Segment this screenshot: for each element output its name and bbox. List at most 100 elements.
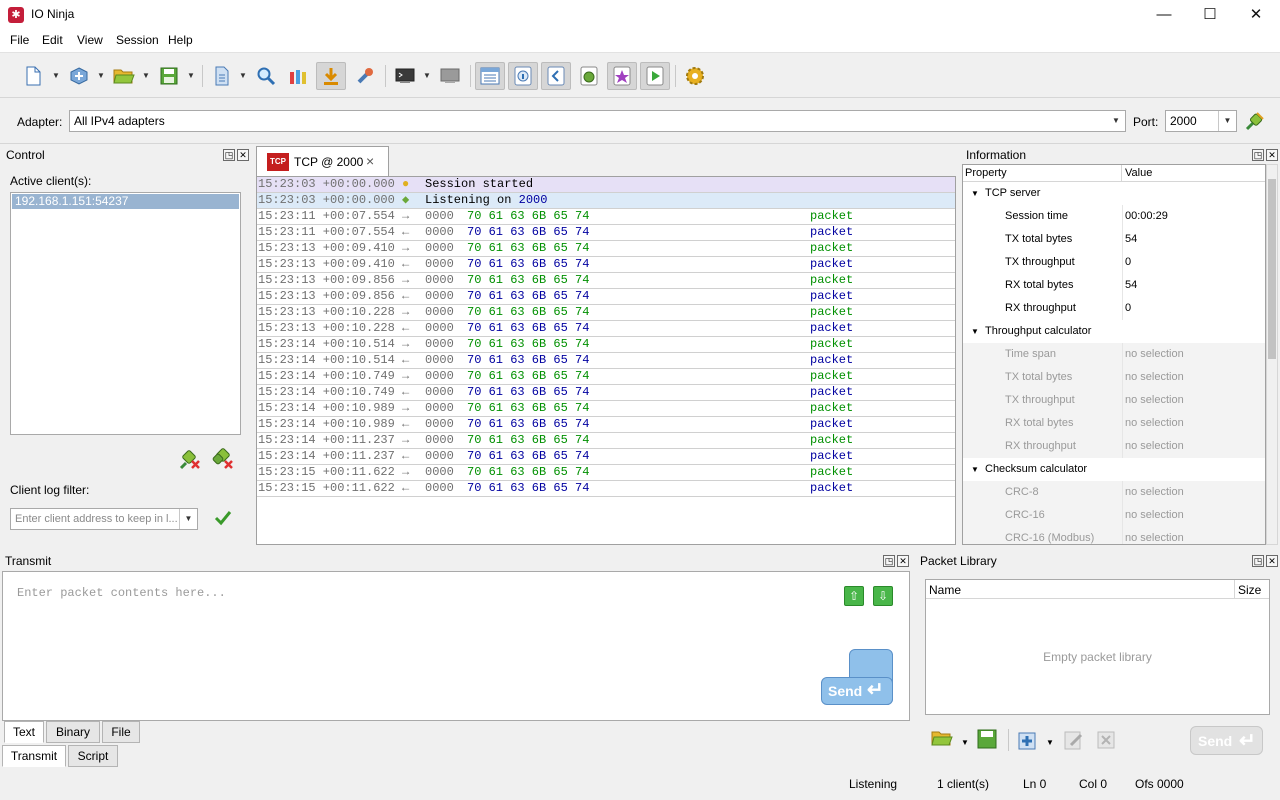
menu-session[interactable]: Session	[116, 33, 159, 47]
open-folder-icon[interactable]	[109, 62, 139, 90]
value-column-header[interactable]: Value	[1125, 165, 1152, 181]
log-row[interactable]: 15:23:14 +00:10.989 ← 0000 70 61 63 6B 65 7…	[257, 417, 955, 433]
apply-filter-icon[interactable]	[214, 509, 232, 527]
log-row[interactable]: 15:23:14 +00:10.514 ← 0000 70 61 63 6B 65 7…	[257, 353, 955, 369]
chevron-down-icon[interactable]: ▼	[97, 72, 105, 80]
menu-view[interactable]: View	[77, 33, 103, 47]
information-row[interactable]: TX total bytes 54	[963, 228, 1265, 251]
information-row[interactable]: Session time 00:00:29	[963, 205, 1265, 228]
name-column-header[interactable]: Name	[929, 583, 961, 597]
library-send-button[interactable]: Send ↵	[1190, 726, 1263, 755]
log-row[interactable]: 15:23:14 +00:10.749 ← 0000 70 61 63 6B 65 7…	[257, 385, 955, 401]
disconnect-client-icon[interactable]	[178, 447, 202, 471]
size-column-header[interactable]: Size	[1238, 583, 1261, 597]
monitor-icon[interactable]	[435, 62, 465, 90]
search-icon[interactable]	[251, 62, 281, 90]
menu-file[interactable]: File	[10, 33, 29, 47]
highlighters-icon[interactable]	[283, 62, 313, 90]
tab-file[interactable]: File	[102, 721, 140, 743]
script-pane-icon[interactable]	[640, 62, 670, 90]
client-filter-input[interactable]: Enter client address to keep in l... ▼	[10, 508, 198, 530]
float-icon[interactable]: ◳	[1252, 149, 1264, 161]
collapse-icon[interactable]: ▼	[971, 320, 979, 343]
document-icon[interactable]	[207, 62, 237, 90]
chevron-down-icon[interactable]: ▼	[423, 72, 431, 80]
information-grid[interactable]: Property Value ▼ TCP server Session time 00…	[962, 164, 1266, 545]
save-icon[interactable]	[977, 729, 997, 749]
minimize-button[interactable]: —	[1141, 0, 1187, 30]
client-item[interactable]: 192.168.1.151:54237	[12, 194, 239, 209]
listen-plug-icon[interactable]	[1244, 110, 1266, 132]
history-up-icon[interactable]: ⇧	[844, 586, 864, 606]
chevron-down-icon[interactable]: ▼	[961, 738, 969, 747]
menu-edit[interactable]: Edit	[42, 33, 63, 47]
information-row[interactable]: Time span no selection	[963, 343, 1265, 366]
information-row[interactable]: RX throughput no selection	[963, 435, 1265, 458]
log-row[interactable]: 15:23:03 +00:00.000 ◆ Listening on 2000	[257, 193, 955, 209]
tab-binary[interactable]: Binary	[46, 721, 100, 743]
edit-packet-icon[interactable]	[1063, 729, 1085, 751]
float-icon[interactable]: ◳	[1252, 555, 1264, 567]
back-pane-icon[interactable]	[541, 62, 571, 90]
information-scrollbar[interactable]	[1266, 164, 1278, 545]
star-pane-icon[interactable]	[607, 62, 637, 90]
chevron-down-icon[interactable]: ▼	[1046, 738, 1054, 747]
tab-session[interactable]: TCP TCP @ 2000 ×	[256, 146, 389, 177]
log-row[interactable]: 15:23:13 +00:09.856 → 0000 70 61 63 6B 65 7…	[257, 273, 955, 289]
chevron-down-icon[interactable]: ▼	[187, 72, 195, 80]
float-icon[interactable]: ◳	[883, 555, 895, 567]
log-row[interactable]: 15:23:15 +00:11.622 → 0000 70 61 63 6B 65 7…	[257, 465, 955, 481]
log-row[interactable]: 15:23:13 +00:10.228 ← 0000 70 61 63 6B 65 7…	[257, 321, 955, 337]
log-row[interactable]: 15:23:14 +00:11.237 ← 0000 70 61 63 6B 65 7…	[257, 449, 955, 465]
scrollbar-thumb[interactable]	[1268, 179, 1276, 359]
history-down-icon[interactable]: ⇩	[873, 586, 893, 606]
log-row[interactable]: 15:23:11 +00:07.554 → 0000 70 61 63 6B 65 7…	[257, 209, 955, 225]
log-row[interactable]: 15:23:14 +00:11.237 → 0000 70 61 63 6B 65 7…	[257, 433, 955, 449]
information-row[interactable]: CRC-8 no selection	[963, 481, 1265, 504]
disconnect-all-icon[interactable]	[211, 447, 235, 471]
send-button[interactable]: Send ↵	[821, 649, 893, 705]
gear-icon[interactable]	[680, 62, 710, 90]
log-row[interactable]: 15:23:13 +00:09.856 ← 0000 70 61 63 6B 65 7…	[257, 289, 955, 305]
adapter-select[interactable]: All IPv4 adapters ▼	[69, 110, 1126, 132]
log-row[interactable]: 15:23:13 +00:10.228 → 0000 70 61 63 6B 65 7…	[257, 305, 955, 321]
collapse-icon[interactable]: ▼	[971, 182, 979, 205]
clients-list[interactable]: 192.168.1.151:54237	[10, 192, 241, 435]
new-session-icon[interactable]	[18, 62, 48, 90]
chevron-down-icon[interactable]: ▼	[239, 72, 247, 80]
tab-transmit[interactable]: Transmit	[2, 745, 66, 767]
information-row[interactable]: TX total bytes no selection	[963, 366, 1265, 389]
log-row[interactable]: 15:23:13 +00:09.410 → 0000 70 61 63 6B 65 7…	[257, 241, 955, 257]
bomb-icon[interactable]	[574, 62, 604, 90]
collapse-icon[interactable]: ▼	[971, 458, 979, 481]
information-row[interactable]: RX total bytes 54	[963, 274, 1265, 297]
save-icon[interactable]	[154, 62, 184, 90]
chevron-down-icon[interactable]: ▼	[52, 72, 60, 80]
close-icon[interactable]: ✕	[897, 555, 909, 567]
packet-library-table[interactable]: Name Size Empty packet library	[925, 579, 1270, 715]
close-icon[interactable]: ✕	[1266, 149, 1278, 161]
information-group[interactable]: ▼ TCP server	[963, 182, 1265, 205]
log-row[interactable]: 15:23:11 +00:07.554 ← 0000 70 61 63 6B 65 7…	[257, 225, 955, 241]
tab-text[interactable]: Text	[4, 721, 44, 743]
close-button[interactable]: ✕	[1233, 0, 1279, 30]
wrench-icon[interactable]	[350, 62, 380, 90]
delete-packet-icon[interactable]	[1096, 729, 1118, 751]
close-icon[interactable]: ✕	[237, 149, 249, 161]
log-view-icon[interactable]	[475, 62, 505, 90]
log-row[interactable]: 15:23:15 +00:11.622 ← 0000 70 61 63 6B 65 7…	[257, 481, 955, 497]
information-row[interactable]: TX throughput no selection	[963, 389, 1265, 412]
property-column-header[interactable]: Property	[965, 165, 1007, 181]
autoscroll-icon[interactable]	[316, 62, 346, 90]
information-group[interactable]: ▼ Checksum calculator	[963, 458, 1265, 481]
port-combo[interactable]: 2000 ▼	[1165, 110, 1237, 132]
add-plugin-icon[interactable]	[64, 62, 94, 90]
terminal-icon[interactable]	[390, 62, 420, 90]
log-row[interactable]: 15:23:03 +00:00.000 ● Session started	[257, 177, 955, 193]
information-row[interactable]: CRC-16 no selection	[963, 504, 1265, 527]
information-group[interactable]: ▼ Throughput calculator	[963, 320, 1265, 343]
log-view[interactable]: 15:23:03 +00:00.000 ● Session started 15:23…	[256, 176, 956, 545]
menu-help[interactable]: Help	[168, 33, 193, 47]
information-row[interactable]: RX throughput 0	[963, 297, 1265, 320]
log-row[interactable]: 15:23:14 +00:10.989 → 0000 70 61 63 6B 65 7…	[257, 401, 955, 417]
